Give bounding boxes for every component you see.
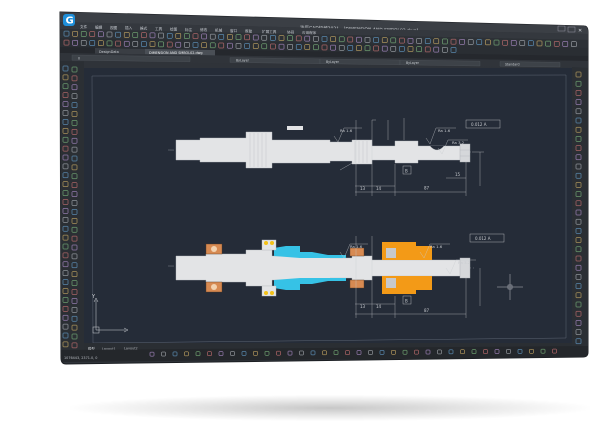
cad-window-art: 浩辰CAD机械2021 - [DIMENSION AND SMBOL02.dwg… xyxy=(59,11,589,365)
datum-label-bottom: B xyxy=(405,299,408,304)
menu-item-dimension[interactable]: 标注 xyxy=(185,27,193,32)
doc-tab-label-active: DIMENSION AND SMBOL02.dwg xyxy=(149,51,203,55)
close-icon[interactable]: ✕ xyxy=(578,28,582,34)
layer-value: 0 xyxy=(78,57,80,61)
menu-item-apps[interactable]: 应用程序 xyxy=(302,30,317,35)
app-logo: G xyxy=(63,14,75,27)
style-value: Standard xyxy=(505,63,520,67)
coordinate-readout: 1076443, 2371.0, 0 xyxy=(64,356,97,360)
dim-14-top: 14 xyxy=(376,186,382,191)
menu-item-view[interactable]: 视图 xyxy=(110,25,118,30)
menu-item-format[interactable]: 格式 xyxy=(140,26,148,31)
menu-item-tools[interactable]: 工具 xyxy=(155,26,163,31)
menu-item-window[interactable]: 窗口 xyxy=(230,28,238,33)
menu-item-draw[interactable]: 绘图 xyxy=(170,26,178,31)
roughness-label-bottom-left: Ra 1.6 xyxy=(350,244,363,249)
menu-item-edit[interactable]: 编辑 xyxy=(95,24,103,29)
drawing-canvas[interactable] xyxy=(84,68,572,350)
app-logo-letter: G xyxy=(66,16,74,27)
menu-item-modify[interactable]: 修改 xyxy=(200,27,208,32)
screenshot-stage: 浩辰CAD机械2021 - [DIMENSION AND SMBOL02.dwg… xyxy=(0,0,609,430)
datum-label-top: B xyxy=(405,169,408,174)
tolerance-label-bottom: 0.012 A xyxy=(475,236,491,241)
roughness-label-bottom-right: Ra 1.6 xyxy=(430,244,443,249)
menu-item-collab[interactable]: 协同 xyxy=(287,29,295,34)
color-value: ByLayer xyxy=(236,59,250,63)
dim-87-top: 87 xyxy=(424,186,430,191)
dim-14-bottom: 14 xyxy=(376,304,382,309)
menu-item-help[interactable]: 帮助 xyxy=(245,28,253,33)
doc-tab-label: DesignData xyxy=(99,50,119,54)
tolerance-label-top: 0.012 A xyxy=(471,122,487,127)
roughness-label-bottom-32: Ra 3.2 xyxy=(458,260,471,265)
roughness-label-top-32: Ra 3.2 xyxy=(452,140,465,145)
dim-87-bottom: 87 xyxy=(424,308,430,313)
dim-13-bottom: 13 xyxy=(360,304,366,309)
roughness-label-top-left: Ra 1.6 xyxy=(340,128,353,133)
linetype-value: ByLayer xyxy=(326,60,340,64)
menu-item-file[interactable]: 文件 xyxy=(80,24,88,29)
menu-item-mechanical[interactable]: 机械 xyxy=(215,28,223,33)
menu-item-insert[interactable]: 插入 xyxy=(125,25,133,30)
menu-item-express[interactable]: 扩展工具 xyxy=(262,29,277,34)
right-toolbar xyxy=(572,67,588,352)
roughness-label-top-right: Ra 1.6 xyxy=(438,128,451,133)
dim-15-top: 15 xyxy=(455,172,461,177)
lineweight-value: ByLayer xyxy=(406,61,420,65)
dim-13-top: 13 xyxy=(360,186,366,191)
